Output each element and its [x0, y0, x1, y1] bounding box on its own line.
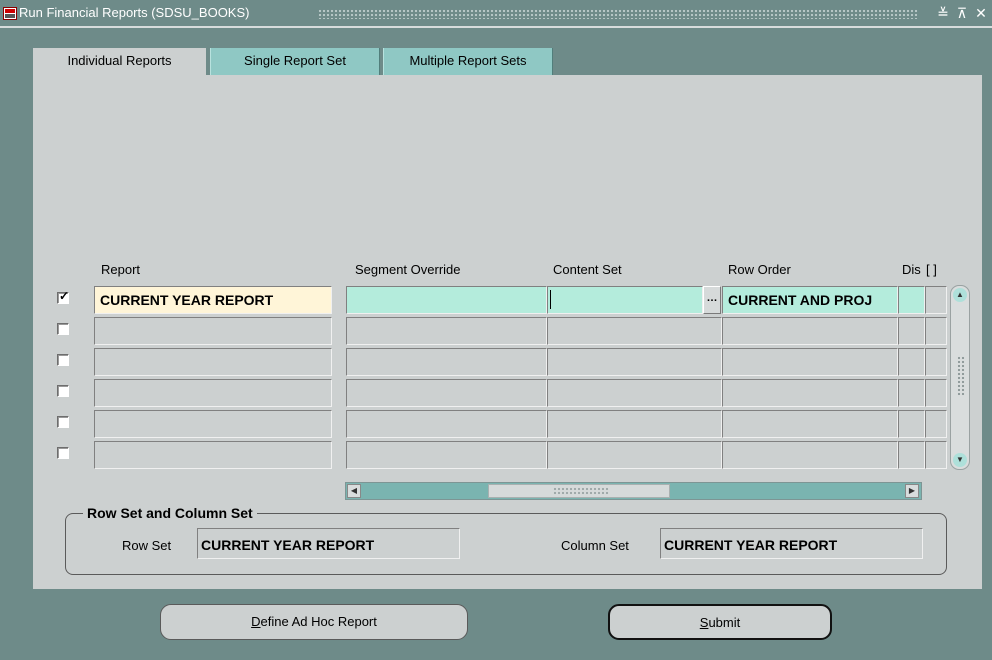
oracle-app-icon — [3, 7, 17, 20]
column-header-row-order: Row Order — [728, 262, 791, 277]
display-field[interactable] — [898, 441, 925, 469]
row-select-checkbox[interactable]: ✓ — [57, 289, 70, 304]
content-set-field[interactable] — [547, 286, 703, 314]
report-field[interactable] — [94, 317, 332, 345]
column-header-display: Dis — [902, 262, 921, 277]
define-ad-hoc-report-button[interactable]: Define Ad Hoc Report — [160, 604, 468, 640]
extra-field[interactable] — [925, 441, 947, 469]
minimize-icon[interactable]: ≚ — [936, 4, 950, 22]
row-order-field[interactable] — [722, 410, 898, 438]
content-set-field[interactable] — [547, 348, 722, 376]
column-set-label: Column Set — [561, 538, 629, 553]
column-header-segment-override: Segment Override — [355, 262, 461, 277]
segment-override-field[interactable] — [346, 286, 547, 314]
close-icon[interactable]: ✕ — [974, 4, 988, 22]
text-cursor — [550, 290, 551, 309]
report-field[interactable] — [94, 379, 332, 407]
submit-button[interactable]: Submit — [608, 604, 832, 640]
row-set-field[interactable]: CURRENT YEAR REPORT — [197, 528, 460, 559]
row-order-field[interactable] — [722, 379, 898, 407]
report-field[interactable] — [94, 348, 332, 376]
scroll-right-icon[interactable]: ▶ — [905, 484, 919, 498]
content-set-field[interactable] — [547, 379, 722, 407]
row-select-checkbox[interactable] — [57, 323, 69, 335]
row-set-label: Row Set — [122, 538, 172, 553]
vertical-scrollbar[interactable]: ▲ ▼ — [950, 285, 970, 470]
scroll-left-icon[interactable]: ◀ — [347, 484, 361, 498]
segment-override-field[interactable] — [346, 348, 547, 376]
extra-field[interactable] — [925, 410, 947, 438]
tab-multiple-report-sets[interactable]: Multiple Report Sets — [383, 48, 553, 75]
row-select-checkbox[interactable] — [57, 416, 69, 428]
tab-individual-reports[interactable]: Individual Reports — [33, 48, 206, 78]
report-field[interactable]: CURRENT YEAR REPORT — [94, 286, 332, 314]
title-bar: Run Financial Reports (SDSU_BOOKS) ≚ ⊼ ✕ — [0, 0, 992, 28]
display-field[interactable] — [898, 410, 925, 438]
row-select-checkbox[interactable] — [57, 354, 69, 366]
report-field[interactable] — [94, 441, 332, 469]
segment-override-field[interactable] — [346, 410, 547, 438]
column-set-field[interactable]: CURRENT YEAR REPORT — [660, 528, 923, 559]
display-field[interactable] — [898, 379, 925, 407]
tab-single-report-set[interactable]: Single Report Set — [210, 48, 380, 75]
scroll-thumb[interactable] — [957, 356, 965, 396]
segment-override-field[interactable] — [346, 317, 547, 345]
content-set-field[interactable] — [547, 410, 722, 438]
content-set-field[interactable] — [547, 317, 722, 345]
horizontal-scrollbar[interactable]: ◀ ▶ — [345, 482, 922, 500]
scroll-up-icon[interactable]: ▲ — [953, 288, 967, 302]
checkmark-icon: ✓ — [59, 289, 70, 303]
segment-override-field[interactable] — [346, 441, 547, 469]
extra-field[interactable] — [925, 348, 947, 376]
extra-field[interactable] — [925, 317, 947, 345]
extra-field[interactable] — [925, 379, 947, 407]
group-legend: Row Set and Column Set — [83, 505, 257, 521]
display-field[interactable] — [898, 348, 925, 376]
display-field[interactable] — [898, 286, 925, 314]
report-field[interactable] — [94, 410, 332, 438]
row-select-checkbox[interactable] — [57, 447, 69, 459]
row-order-field[interactable]: CURRENT AND PROJ — [722, 286, 898, 314]
scroll-down-icon[interactable]: ▼ — [953, 453, 967, 467]
horizontal-scroll-thumb[interactable] — [488, 484, 670, 498]
column-header-content-set: Content Set — [553, 262, 622, 277]
list-of-values-button[interactable]: … — [703, 286, 721, 314]
row-select-checkbox[interactable] — [57, 385, 69, 397]
row-order-field[interactable] — [722, 317, 898, 345]
content-set-field[interactable] — [547, 441, 722, 469]
column-header-report: Report — [101, 262, 141, 277]
title-bar-grip[interactable] — [318, 9, 918, 19]
extra-field[interactable] — [925, 286, 947, 314]
window-title: Run Financial Reports (SDSU_BOOKS) — [19, 5, 250, 20]
row-order-field[interactable] — [722, 348, 898, 376]
maximize-icon[interactable]: ⊼ — [955, 4, 969, 22]
row-order-field[interactable] — [722, 441, 898, 469]
display-field[interactable] — [898, 317, 925, 345]
column-header-extra[interactable]: [ ] — [926, 262, 937, 277]
segment-override-field[interactable] — [346, 379, 547, 407]
